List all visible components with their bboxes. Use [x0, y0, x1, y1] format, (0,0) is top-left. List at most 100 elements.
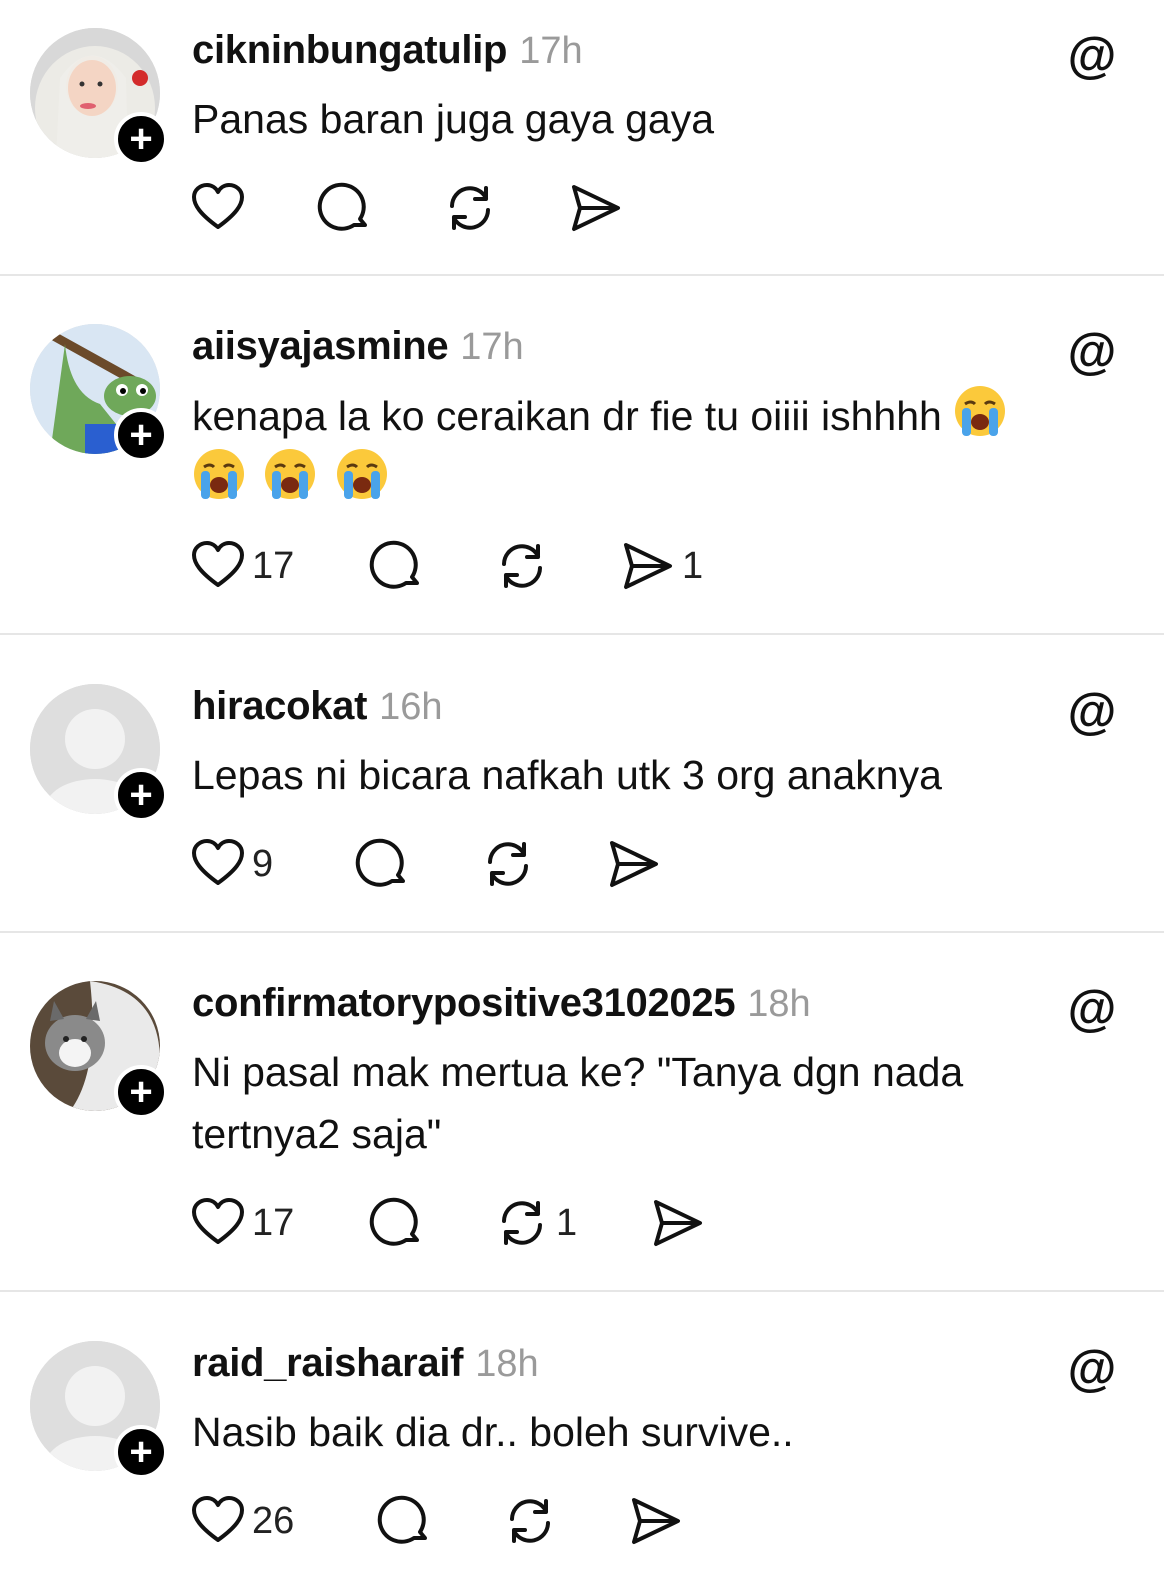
share-icon — [572, 185, 620, 231]
timestamp: 18h — [475, 1343, 539, 1385]
post-header: aiisyajasmine 17h — [192, 324, 524, 370]
reply-post: + cikninbungatulip 17h @ Panas baran jug… — [0, 28, 1169, 275]
comment-button[interactable] — [368, 538, 494, 594]
svg-text:@: @ — [1068, 28, 1117, 82]
post-text: Nasib baik dia dr.. boleh survive.. — [192, 1401, 1122, 1463]
reply-post: + hiracokat 16h @ Lepas ni bicara nafkah… — [0, 684, 1169, 932]
action-bar: 26 — [190, 1493, 684, 1549]
share-button[interactable] — [606, 836, 662, 892]
repost-icon — [510, 1499, 550, 1543]
divider — [0, 931, 1164, 933]
repost-button[interactable] — [480, 836, 606, 892]
comment-icon — [377, 1495, 427, 1544]
like-button[interactable]: 17 — [190, 1195, 368, 1251]
reply-post: + confirmatorypositive3102025 18h @ Ni p… — [0, 981, 1169, 1291]
post-text-body: Lepas ni bicara nafkah utk 3 org anaknya — [192, 752, 942, 798]
like-count: 17 — [252, 1201, 295, 1244]
repost-button[interactable]: 1 — [494, 1195, 650, 1251]
comment-button[interactable] — [354, 836, 480, 892]
reply-post: + aiisyajasmine 17h @ kenapa la ko cerai… — [0, 324, 1169, 634]
comment-button[interactable] — [316, 180, 442, 236]
loudly-crying-face-icon — [194, 449, 244, 499]
comment-icon — [369, 540, 419, 589]
username[interactable]: raid_raisharaif — [192, 1341, 464, 1386]
threads-logo-icon[interactable]: @ — [1065, 981, 1119, 1035]
username[interactable]: cikninbungatulip — [192, 28, 507, 73]
share-button[interactable] — [568, 180, 624, 236]
comment-icon — [369, 1197, 419, 1246]
svg-text:@: @ — [1068, 981, 1117, 1035]
heart-icon — [192, 183, 244, 229]
timestamp: 18h — [747, 983, 811, 1025]
timestamp: 16h — [379, 686, 443, 728]
repost-icon — [502, 1201, 542, 1245]
username[interactable]: aiisyajasmine — [192, 324, 449, 369]
loudly-crying-face-icon — [336, 449, 387, 499]
like-count: 9 — [252, 842, 274, 885]
repost-button[interactable] — [494, 538, 620, 594]
like-button[interactable]: 17 — [190, 538, 368, 594]
like-count: 17 — [252, 544, 295, 587]
repost-icon — [502, 544, 542, 588]
comment-icon — [355, 838, 405, 887]
share-icon — [632, 1498, 680, 1544]
share-button[interactable] — [628, 1493, 684, 1549]
post-text-body: Nasib baik dia dr.. boleh survive.. — [192, 1409, 794, 1455]
follow-plus-icon[interactable]: + — [114, 112, 168, 166]
heart-icon — [192, 1496, 244, 1542]
username[interactable]: hiracokat — [192, 684, 367, 729]
svg-text:@: @ — [1068, 684, 1117, 738]
loudly-crying-face-icon — [955, 386, 1006, 436]
follow-plus-icon[interactable]: + — [114, 1065, 168, 1119]
post-text-body: kenapa la ko ceraikan dr fie tu oiiii is… — [192, 393, 942, 439]
like-button[interactable]: 9 — [190, 836, 354, 892]
follow-plus-icon[interactable]: + — [114, 1425, 168, 1479]
threads-logo-icon[interactable]: @ — [1065, 1341, 1119, 1395]
reply-post: + raid_raisharaif 18h @ Nasib baik dia d… — [0, 1341, 1169, 1575]
timestamp: 17h — [519, 30, 583, 72]
follow-plus-icon[interactable]: + — [114, 408, 168, 462]
divider — [0, 1290, 1164, 1292]
svg-text:@: @ — [1068, 324, 1117, 378]
post-text: Ni pasal mak mertua ke? "Tanya dgn nada … — [192, 1041, 1062, 1165]
username[interactable]: confirmatorypositive3102025 — [192, 981, 736, 1026]
repost-button[interactable] — [502, 1493, 628, 1549]
share-button[interactable]: 1 — [620, 538, 703, 594]
comment-button[interactable] — [376, 1493, 502, 1549]
timestamp: 17h — [460, 326, 524, 368]
heart-icon — [192, 839, 244, 885]
post-text: Panas baran juga gaya gaya — [192, 88, 1122, 150]
threads-logo-icon[interactable]: @ — [1065, 28, 1119, 82]
post-text: Lepas ni bicara nafkah utk 3 org anaknya — [192, 744, 1122, 806]
like-button[interactable]: 26 — [190, 1493, 376, 1549]
share-button[interactable] — [650, 1195, 706, 1251]
repost-button[interactable] — [442, 180, 568, 236]
post-text-body: Panas baran juga gaya gaya — [192, 96, 715, 142]
repost-icon — [450, 186, 490, 230]
like-button[interactable] — [190, 180, 316, 236]
share-count: 1 — [682, 544, 704, 587]
repost-icon — [488, 842, 528, 886]
heart-icon — [192, 1198, 244, 1244]
post-header: raid_raisharaif 18h — [192, 1341, 539, 1387]
post-header: hiracokat 16h — [192, 684, 443, 730]
follow-plus-icon[interactable]: + — [114, 768, 168, 822]
share-icon — [610, 841, 658, 887]
action-bar: 9 — [190, 836, 662, 892]
svg-text:@: @ — [1068, 1341, 1117, 1395]
heart-icon — [192, 541, 244, 587]
loudly-crying-face-icon — [265, 449, 316, 499]
threads-logo-icon[interactable]: @ — [1065, 324, 1119, 378]
threads-logo-icon[interactable]: @ — [1065, 684, 1119, 738]
action-bar — [190, 180, 624, 236]
post-header: confirmatorypositive3102025 18h — [192, 981, 811, 1027]
divider — [0, 633, 1164, 635]
share-icon — [654, 1200, 702, 1246]
post-header: cikninbungatulip 17h — [192, 28, 583, 74]
post-text: kenapa la ko ceraikan dr fie tu oiiii is… — [192, 384, 1122, 510]
replies-feed: + cikninbungatulip 17h @ Panas baran jug… — [0, 0, 1169, 1575]
repost-count: 1 — [556, 1201, 578, 1244]
divider — [0, 274, 1164, 276]
comment-button[interactable] — [368, 1195, 494, 1251]
post-text-body: Ni pasal mak mertua ke? "Tanya dgn nada … — [192, 1049, 964, 1157]
